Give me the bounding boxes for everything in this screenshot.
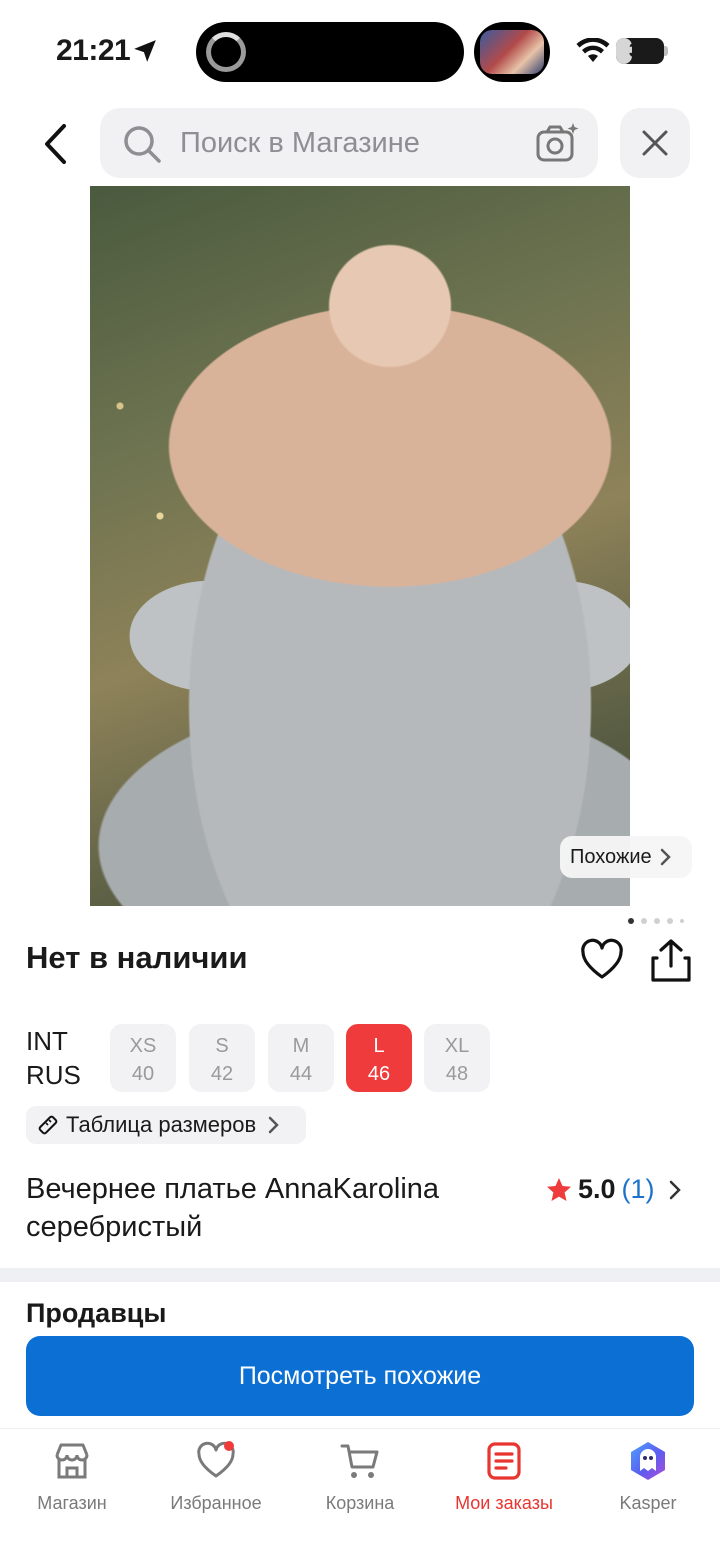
review-count: (1) bbox=[621, 1174, 655, 1204]
product-photo[interactable] bbox=[90, 186, 630, 906]
status-time: 21:21 bbox=[56, 34, 131, 67]
status-bar: 21:21 33 bbox=[0, 0, 720, 100]
size-option-m[interactable]: M 44 bbox=[268, 1024, 334, 1092]
back-button[interactable] bbox=[30, 118, 80, 170]
chevron-left-icon bbox=[45, 124, 66, 164]
tab-cart[interactable]: Корзина bbox=[288, 1441, 432, 1514]
store-icon bbox=[55, 1443, 89, 1479]
close-icon bbox=[642, 130, 668, 156]
size-option-xl[interactable]: XL 48 bbox=[424, 1024, 490, 1092]
rating-link[interactable]: 5.0 (1) bbox=[546, 1174, 681, 1205]
similar-chip-label: Похожие bbox=[570, 845, 652, 868]
size-table-button[interactable]: Таблица размеров bbox=[26, 1106, 306, 1144]
search-bar[interactable]: Поиск в Магазине bbox=[100, 108, 598, 178]
wifi-icon bbox=[576, 38, 610, 62]
size-system-int: INT bbox=[26, 1026, 68, 1056]
loading-ring-icon bbox=[206, 32, 246, 72]
dynamic-island bbox=[196, 22, 464, 82]
tab-my-orders-label: Мои заказы bbox=[455, 1493, 553, 1513]
rating-score: 5.0 bbox=[578, 1174, 616, 1204]
tab-cart-label: Корзина bbox=[325, 1493, 395, 1513]
cart-icon bbox=[340, 1444, 379, 1478]
size-system-labels: INT RUS bbox=[26, 1024, 81, 1092]
bottom-tab-bar: Магазин Избранное Корзина Мои заказы Kas… bbox=[0, 1428, 720, 1564]
size-system-rus: RUS bbox=[26, 1060, 81, 1090]
location-arrow-icon bbox=[134, 40, 156, 62]
chevron-right-icon bbox=[669, 1180, 681, 1199]
chevron-right-icon bbox=[660, 848, 671, 866]
orders-icon bbox=[487, 1442, 521, 1480]
tab-kasper-label: Kasper bbox=[619, 1493, 677, 1513]
size-table-label: Таблица размеров bbox=[66, 1112, 257, 1137]
size-option-l-selected[interactable]: L 46 bbox=[346, 1024, 412, 1092]
live-activity-thumbnail[interactable] bbox=[474, 22, 550, 82]
view-similar-button[interactable]: Посмотреть похожие bbox=[26, 1336, 694, 1416]
battery-indicator: 33 bbox=[616, 38, 664, 64]
kasper-icon bbox=[631, 1442, 665, 1480]
star-icon bbox=[547, 1177, 571, 1201]
size-option-xs[interactable]: XS 40 bbox=[110, 1024, 176, 1092]
tab-favorites[interactable]: Избранное bbox=[144, 1441, 288, 1514]
search-icon bbox=[124, 126, 161, 163]
tab-favorites-label: Избранное bbox=[170, 1493, 262, 1513]
ruler-icon bbox=[38, 1115, 58, 1135]
product-title: Вечернее платье AnnaKarolina серебристый bbox=[26, 1173, 440, 1243]
chevron-right-icon bbox=[268, 1116, 279, 1134]
battery-level: 33 bbox=[628, 40, 652, 62]
tab-store[interactable]: Магазин bbox=[0, 1441, 144, 1514]
sellers-heading: Продавцы bbox=[26, 1298, 167, 1328]
similar-chip[interactable]: Похожие bbox=[560, 836, 692, 878]
notification-dot bbox=[224, 1441, 234, 1451]
share-icon[interactable] bbox=[648, 938, 694, 984]
tab-store-label: Магазин bbox=[37, 1493, 107, 1513]
availability-status: Нет в наличии bbox=[26, 940, 248, 975]
photo-pagination bbox=[628, 918, 684, 924]
tab-kasper[interactable]: Kasper bbox=[576, 1441, 720, 1514]
search-input[interactable]: Поиск в Магазине bbox=[180, 108, 420, 178]
size-option-s[interactable]: S 42 bbox=[189, 1024, 255, 1092]
tab-my-orders[interactable]: Мои заказы bbox=[432, 1441, 576, 1514]
close-button[interactable] bbox=[620, 108, 690, 178]
section-divider bbox=[0, 1268, 720, 1282]
favorite-heart-icon[interactable] bbox=[580, 938, 624, 982]
camera-search-icon[interactable] bbox=[536, 122, 580, 164]
